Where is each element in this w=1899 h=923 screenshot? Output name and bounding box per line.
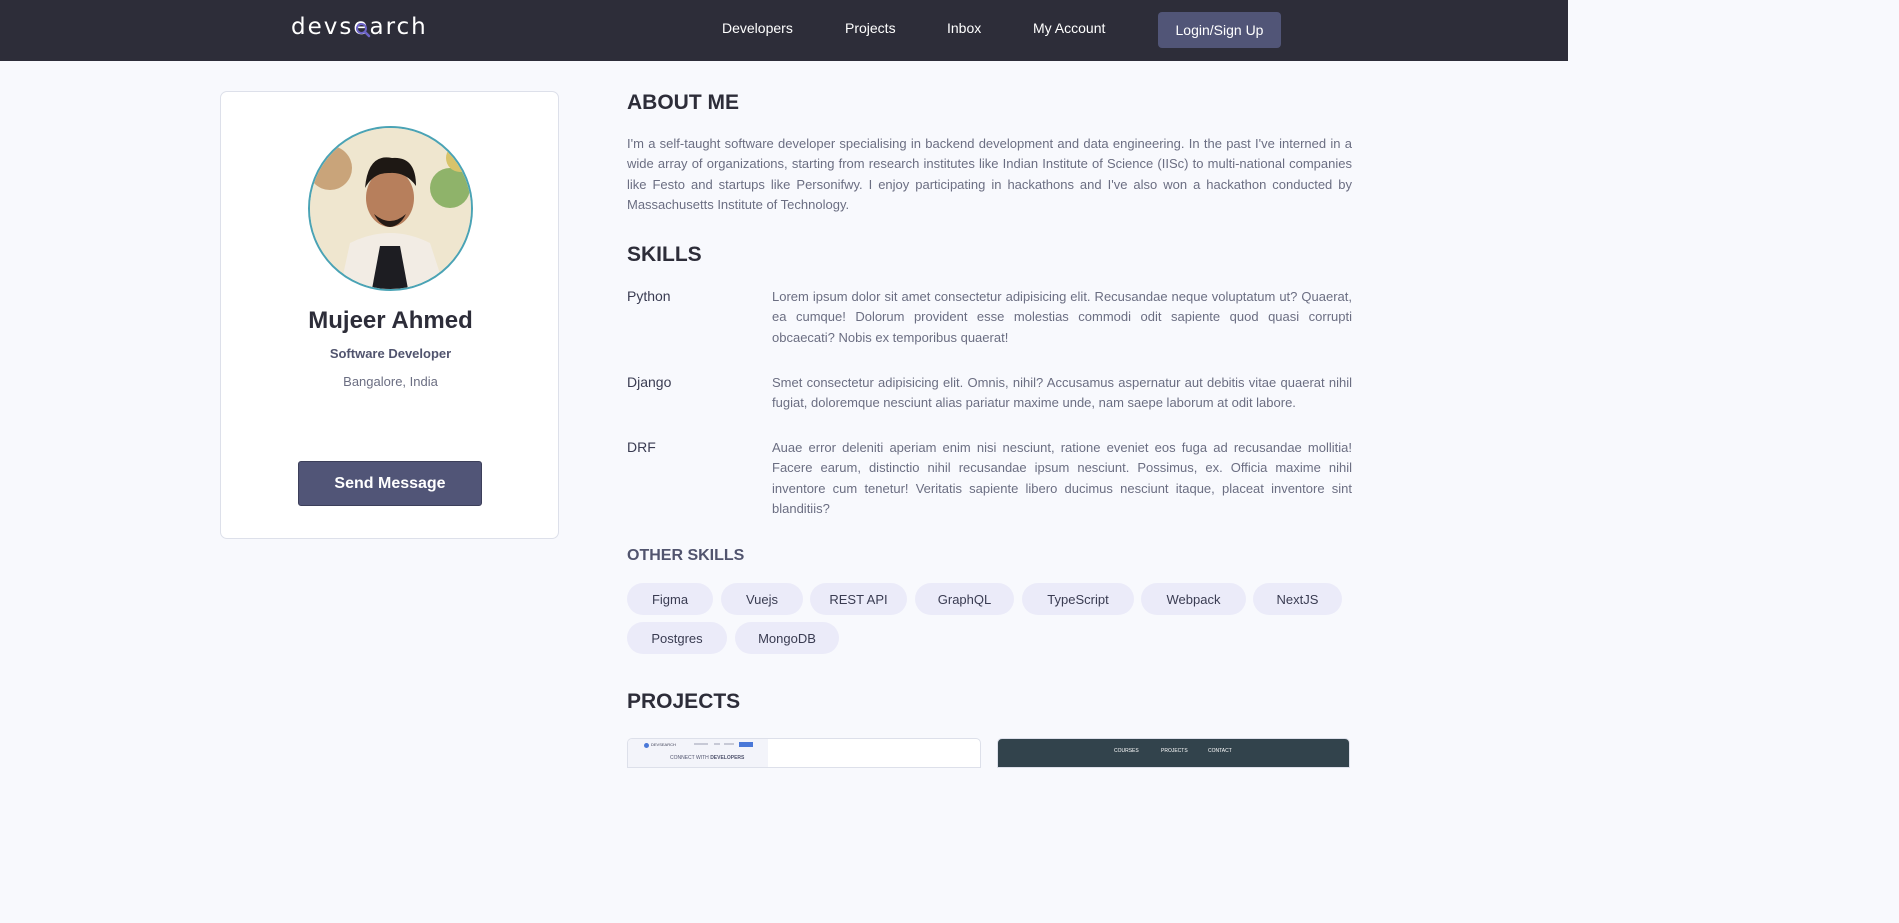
nav-inbox[interactable]: Inbox: [947, 20, 981, 36]
skill-description: Lorem ipsum dolor sit amet consectetur a…: [772, 289, 1352, 345]
projects-heading: PROJECTS: [627, 690, 741, 713]
thumb-brand: DEVSEARCH: [651, 742, 676, 747]
skill-description: Smet consectetur adipisicing elit. Omnis…: [772, 375, 1352, 411]
other-skills-heading: OTHER SKILLS: [627, 547, 745, 564]
brand-dot-icon: [644, 743, 649, 748]
search-icon: [356, 23, 371, 38]
profile-title: Software Developer: [329, 346, 452, 361]
nav-projects[interactable]: Projects: [845, 20, 896, 36]
project-card-thumbnail[interactable]: DEVSEARCH CONNECT WITH DEVELOPERS: [627, 738, 981, 768]
avatar-photo: [310, 128, 471, 289]
login-signup-button[interactable]: Login/Sign Up: [1158, 12, 1281, 48]
skill-tag: Webpack: [1141, 583, 1246, 615]
skill-tag: TypeScript: [1022, 583, 1134, 615]
skill-name: DRF: [627, 439, 656, 455]
nav-my-account[interactable]: My Account: [1033, 20, 1105, 36]
profile-card: Mujeer Ahmed Software Developer Bangalor…: [220, 91, 559, 539]
skill-name: Django: [627, 374, 672, 390]
about-heading: ABOUT ME: [627, 91, 739, 114]
about-text: I'm a self-taught software developer spe…: [627, 136, 1352, 213]
thumb-headline: CONNECT WITH DEVELOPERS: [670, 755, 745, 761]
skill-tag: REST API: [810, 583, 907, 615]
skill-tag: Vuejs: [721, 583, 803, 615]
profile-name: Mujeer Ahmed: [308, 307, 473, 334]
top-navbar: devsearch Developers Projects Inbox My A…: [0, 0, 1568, 61]
skill-tag: MongoDB: [735, 622, 839, 654]
thumb-nav-item: PROJECTS: [1161, 748, 1188, 754]
skill-tag: NextJS: [1253, 583, 1342, 615]
send-message-button[interactable]: Send Message: [298, 461, 482, 506]
nav-developers[interactable]: Developers: [722, 20, 793, 36]
avatar: [308, 126, 473, 291]
thumb-nav-item: CONTACT: [1208, 748, 1232, 754]
skill-tag: Postgres: [627, 622, 727, 654]
profile-location: Bangalore, India: [343, 374, 438, 389]
skill-tag: GraphQL: [915, 583, 1014, 615]
skill-name: Python: [627, 288, 671, 304]
skills-heading: SKILLS: [627, 243, 702, 266]
thumb-nav-item: COURSES: [1114, 748, 1139, 754]
project-card-thumbnail[interactable]: COURSES PROJECTS CONTACT: [997, 738, 1350, 768]
skill-description: Auae error deleniti aperiam enim nisi ne…: [772, 440, 1352, 517]
skill-tag: Figma: [627, 583, 713, 615]
